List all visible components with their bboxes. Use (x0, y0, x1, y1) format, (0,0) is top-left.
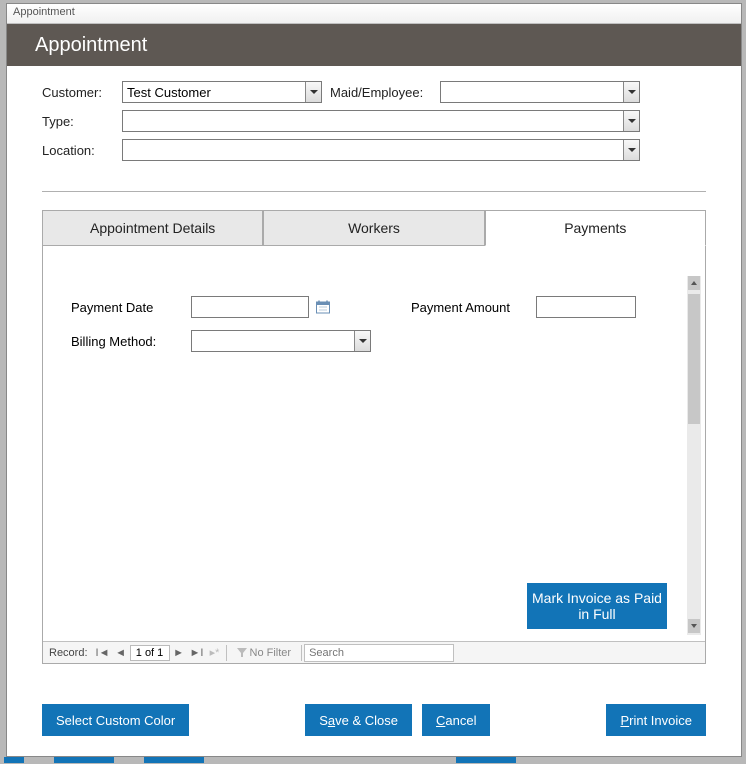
customer-combo[interactable] (122, 81, 322, 103)
tab-panel-payments: Payment Date Payment Amount Billing Meth… (42, 246, 706, 664)
customer-label: Customer: (42, 85, 122, 100)
record-position-input[interactable] (130, 645, 170, 661)
chevron-down-icon[interactable] (354, 331, 370, 351)
payment-date-input[interactable] (191, 296, 309, 318)
scroll-thumb[interactable] (688, 294, 700, 424)
billing-method-input[interactable] (191, 330, 371, 352)
scrollbar[interactable] (687, 276, 701, 635)
location-input[interactable] (122, 139, 640, 161)
payment-date-label: Payment Date (71, 300, 191, 315)
nav-next-icon[interactable]: ► (170, 643, 188, 663)
employee-label: Maid/Employee: (330, 85, 440, 100)
window-titlebar: Appointment (7, 4, 741, 24)
record-search-input[interactable] (304, 644, 454, 662)
billing-method-label: Billing Method: (71, 334, 191, 349)
nav-first-icon[interactable]: I◄ (94, 643, 112, 663)
employee-combo[interactable] (440, 81, 640, 103)
appointment-window: Appointment Appointment Customer: Maid/E… (6, 3, 742, 757)
employee-input[interactable] (440, 81, 640, 103)
filter-indicator[interactable]: No Filter (229, 647, 300, 659)
location-combo[interactable] (122, 139, 640, 161)
record-navigator: Record: I◄ ◄ ► ►I ▸* No Filter (43, 641, 705, 663)
cancel-button[interactable]: Cancel (422, 704, 490, 736)
nav-last-icon[interactable]: ►I (188, 643, 206, 663)
type-input[interactable] (122, 110, 640, 132)
window-title: Appointment (13, 6, 75, 18)
scroll-up-icon[interactable] (688, 276, 700, 290)
record-label: Record: (43, 647, 94, 659)
select-color-button[interactable]: Select Custom Color (42, 704, 189, 736)
chevron-down-icon[interactable] (623, 140, 639, 160)
background-partial (0, 757, 746, 763)
separator (42, 191, 706, 192)
billing-method-combo[interactable] (191, 330, 371, 352)
tab-appointment-details[interactable]: Appointment Details (42, 210, 263, 246)
page-title: Appointment (35, 34, 147, 57)
save-close-button[interactable]: Save & Close (305, 704, 412, 736)
payments-form: Payment Date Payment Amount Billing Meth… (51, 276, 685, 635)
chevron-down-icon[interactable] (305, 82, 321, 102)
nav-new-icon: ▸* (206, 643, 224, 663)
print-invoice-button[interactable]: Print Invoice (606, 704, 706, 736)
type-combo[interactable] (122, 110, 640, 132)
chevron-down-icon[interactable] (623, 111, 639, 131)
nav-prev-icon[interactable]: ◄ (112, 643, 130, 663)
customer-input[interactable] (122, 81, 322, 103)
location-label: Location: (42, 143, 122, 158)
scroll-down-icon[interactable] (688, 619, 700, 633)
tab-payments[interactable]: Payments (485, 210, 706, 246)
calendar-icon[interactable] (315, 299, 331, 315)
header-bar: Appointment (7, 24, 741, 66)
tab-strip: Appointment Details Workers Payments (42, 210, 706, 246)
type-label: Type: (42, 114, 122, 129)
form-top: Customer: Maid/Employee: Type: Location: (7, 66, 741, 183)
payment-amount-label: Payment Amount (411, 300, 536, 315)
filter-icon (237, 648, 247, 658)
button-bar: Select Custom Color Save & Close Cancel … (7, 704, 741, 736)
chevron-down-icon[interactable] (623, 82, 639, 102)
mark-paid-button[interactable]: Mark Invoice as Paid in Full (527, 583, 667, 629)
tabs-area: Appointment Details Workers Payments Pay… (42, 210, 706, 664)
tab-workers[interactable]: Workers (263, 210, 484, 246)
payment-amount-input[interactable] (536, 296, 636, 318)
